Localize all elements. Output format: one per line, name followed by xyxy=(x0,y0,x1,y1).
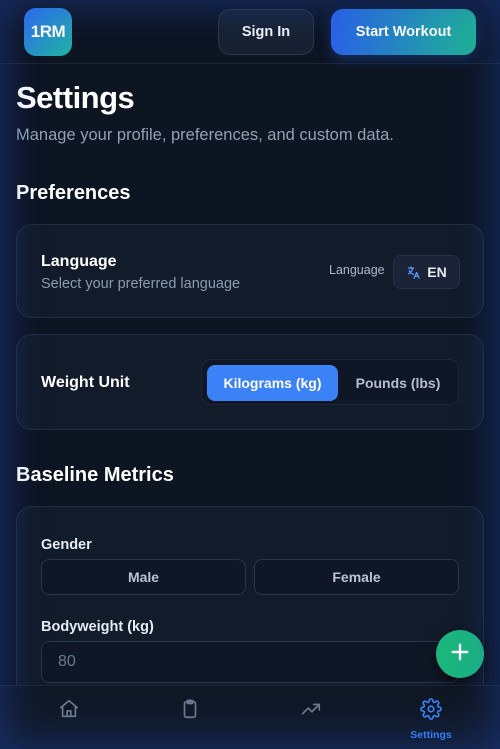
preferences-heading: Preferences xyxy=(16,182,131,204)
baseline-metrics-card: Gender Male Female Bodyweight (kg) xyxy=(16,506,484,706)
translate-icon xyxy=(406,265,421,280)
bodyweight-input[interactable] xyxy=(41,641,459,683)
top-bar: 1RM Sign In Start Workout xyxy=(0,0,500,64)
gear-icon xyxy=(420,698,442,725)
weight-unit-toggle: Kilograms (kg) Pounds (lbs) xyxy=(201,359,459,405)
language-card: Language Select your preferred language … xyxy=(16,224,484,318)
app-logo[interactable]: 1RM xyxy=(24,8,72,56)
bodyweight-label: Bodyweight (kg) xyxy=(41,619,154,635)
kilograms-option[interactable]: Kilograms (kg) xyxy=(207,365,338,401)
language-value: EN xyxy=(427,264,447,280)
plus-icon xyxy=(449,641,471,668)
gender-label: Gender xyxy=(41,537,92,553)
home-icon xyxy=(58,698,80,725)
language-selector-button[interactable]: EN xyxy=(393,255,460,289)
bottom-nav: Settings xyxy=(0,685,500,749)
weight-unit-card: Weight Unit Kilograms (kg) Pounds (lbs) xyxy=(16,334,484,430)
language-description: Select your preferred language xyxy=(41,276,241,292)
logo-text: 1RM xyxy=(30,22,66,41)
language-label: Language xyxy=(41,253,117,270)
nav-item-home[interactable] xyxy=(19,686,119,749)
start-workout-button[interactable]: Start Workout xyxy=(331,9,476,55)
nav-item-settings[interactable]: Settings xyxy=(381,686,481,749)
nav-label-settings: Settings xyxy=(410,729,452,741)
nav-item-workouts[interactable] xyxy=(140,686,240,749)
nav-item-progress[interactable] xyxy=(261,686,361,749)
trending-up-icon xyxy=(300,698,322,725)
page-title: Settings xyxy=(16,80,135,115)
clipboard-icon xyxy=(179,698,201,725)
baseline-metrics-heading: Baseline Metrics xyxy=(16,464,174,486)
gender-male-button[interactable]: Male xyxy=(41,559,246,595)
pounds-option[interactable]: Pounds (lbs) xyxy=(342,365,454,401)
language-caption: Language xyxy=(329,263,385,277)
page-subtitle: Manage your profile, preferences, and cu… xyxy=(16,126,394,144)
weight-unit-label: Weight Unit xyxy=(41,374,130,391)
gender-female-button[interactable]: Female xyxy=(254,559,459,595)
sign-in-button[interactable]: Sign In xyxy=(218,9,314,55)
add-fab-button[interactable] xyxy=(436,630,484,678)
